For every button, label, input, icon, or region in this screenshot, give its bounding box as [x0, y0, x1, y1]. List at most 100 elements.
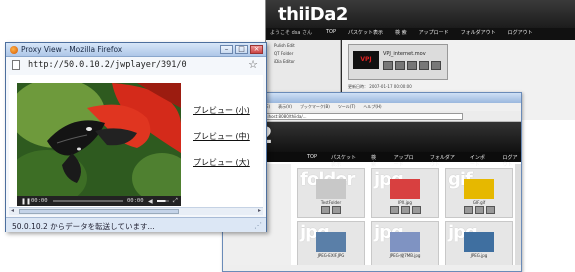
preview-icon[interactable]: [431, 61, 441, 70]
download-icon[interactable]: [411, 206, 421, 214]
mid-vertical-scrollbar[interactable]: [515, 164, 521, 265]
menu-view[interactable]: 表示(V): [278, 104, 292, 110]
download-icon[interactable]: [485, 206, 495, 214]
image-thumbnail: [390, 179, 420, 199]
menu-help[interactable]: ヘルプ(H): [363, 104, 381, 110]
tile-caption: IPX.jpg: [398, 200, 412, 205]
mid-nav-search[interactable]: 検 索: [371, 154, 380, 168]
tile-actions: [446, 206, 512, 214]
back-nav-basket[interactable]: パスケット表示: [348, 29, 383, 36]
mid-titlebar: thiiDa Firefox: [223, 93, 521, 103]
mid-nav-top[interactable]: TOP: [307, 154, 317, 168]
asset-tile[interactable]: jpg IPX.jpg: [371, 168, 439, 218]
duration-time: 00:00: [127, 198, 144, 204]
mid-asset-grid: folder TestFolder jpg IPX.jpg gif GIF.gi…: [297, 168, 513, 271]
asset-tile[interactable]: jpg JPEG-EXIF.JPG: [297, 221, 365, 271]
open-icon[interactable]: [332, 206, 341, 214]
back-nav-search[interactable]: 検 索: [395, 29, 407, 36]
thiida-firefox-window: thiiDa Firefox ファイル(F) 編集(E) 表示(V) ブックマー…: [222, 92, 522, 272]
delete-icon[interactable]: [419, 61, 429, 70]
back-greeting: ようこそ dsa さん: [270, 30, 313, 36]
maximize-button[interactable]: □: [235, 45, 248, 54]
asset-tile[interactable]: gif GIF.gif: [445, 168, 513, 218]
tile-actions: [298, 206, 364, 214]
firefox-icon: [10, 46, 18, 54]
tile-caption: GIF.gif: [472, 200, 486, 205]
scroll-thumb[interactable]: [19, 209, 179, 214]
info-icon[interactable]: [389, 206, 399, 214]
basket-icon[interactable]: [395, 61, 405, 70]
mid-url-bar: http://localhost:8080/thiida/...: [223, 111, 521, 122]
image-thumbnail: [316, 232, 346, 252]
back-tree-item[interactable]: QT Folder: [274, 51, 340, 56]
window-title: Proxy View - Mozilla Firefox: [21, 45, 123, 54]
proxy-view-window: Proxy View - Mozilla Firefox – □ × http:…: [5, 42, 267, 232]
pause-icon[interactable]: ❚❚: [21, 198, 31, 205]
fullscreen-icon[interactable]: ⤢: [173, 197, 178, 205]
url-bar: http://50.0.10.2/jwplayer/391/0 ☆: [6, 57, 266, 73]
info-icon[interactable]: [383, 61, 393, 70]
preview-small-link[interactable]: プレビュー (小): [193, 105, 250, 116]
asset-tile[interactable]: folder TestFolder: [297, 168, 365, 218]
volume-slider[interactable]: [157, 200, 169, 202]
folder-icon: [316, 179, 346, 199]
download-icon[interactable]: [407, 61, 417, 70]
video-player[interactable]: [17, 83, 181, 196]
speaker-icon[interactable]: ◀: [148, 198, 153, 205]
status-text: 50.0.10.2 からデータを転送しています...: [12, 222, 155, 231]
tile-caption: TestFolder: [320, 200, 342, 205]
resize-grip-icon[interactable]: ⋰: [254, 221, 262, 230]
asset-tile[interactable]: jpg JPEG.jpg: [445, 221, 513, 271]
scroll-right-icon[interactable]: ▸: [258, 207, 261, 214]
window-controls: – □ ×: [220, 45, 263, 54]
basket-icon[interactable]: [474, 206, 484, 214]
mid-menubar: ファイル(F) 編集(E) 表示(V) ブックマーク(B) ツール(T) ヘルプ…: [223, 103, 521, 111]
menu-tools[interactable]: ツール(T): [338, 104, 356, 110]
back-nav-top[interactable]: TOP: [326, 29, 336, 36]
tile-caption: JPEG.jpg: [470, 253, 488, 258]
back-file-name: VPJ_internet.mov: [383, 51, 426, 57]
menu-bookmarks[interactable]: ブックマーク(B): [300, 104, 330, 110]
back-file-card[interactable]: VPJ VPJ_internet.mov: [348, 44, 448, 80]
back-nav-upload[interactable]: アップロード: [419, 29, 449, 36]
minimize-button[interactable]: –: [220, 45, 233, 54]
image-thumbnail: [464, 179, 494, 199]
status-bar: 50.0.10.2 からデータを転送しています... ⋰: [6, 217, 266, 232]
scroll-left-icon[interactable]: ◂: [11, 207, 14, 214]
close-button[interactable]: ×: [250, 45, 263, 54]
asset-tile[interactable]: jpg JPEG-縦7MB.jpg: [371, 221, 439, 271]
page-content: ❚❚ 00:00 00:00 ◀ ⤢ プレビュー (小) プレビュー (中) プ…: [9, 75, 263, 207]
player-controls: ❚❚ 00:00 00:00 ◀ ⤢: [17, 196, 181, 206]
preview-large-link[interactable]: プレビュー (大): [193, 157, 250, 168]
preview-medium-link[interactable]: プレビュー (中): [193, 131, 250, 142]
back-tree-item[interactable]: iDia Editor: [274, 59, 340, 64]
mid-nav-upload[interactable]: アップロード: [394, 154, 416, 168]
basket-icon[interactable]: [400, 206, 410, 214]
mid-nav-bar: TOP パスケット表示 検 索 アップロード フォルダアウト インポート ログア…: [223, 152, 521, 168]
url-field[interactable]: http://50.0.10.2/jwplayer/391/0: [28, 60, 187, 70]
bookmark-star-icon[interactable]: ☆: [248, 58, 258, 71]
mid-nav-import[interactable]: インポート: [470, 154, 489, 168]
video-frame: [17, 83, 181, 196]
back-logo: thiiDa2: [278, 4, 348, 25]
image-thumbnail: [390, 232, 420, 252]
mid-url-field[interactable]: http://localhost:8080/thiida/...: [243, 113, 463, 120]
back-nav-logout[interactable]: ログアウト: [508, 29, 533, 36]
mid-nav-basket[interactable]: パスケット表示: [331, 154, 357, 168]
back-nav-folder-out[interactable]: フォルダアウト: [461, 29, 496, 36]
info-icon[interactable]: [321, 206, 330, 214]
seek-bar[interactable]: [53, 200, 123, 202]
horizontal-scrollbar[interactable]: ◂ ▸: [9, 207, 263, 215]
preview-links: プレビュー (小) プレビュー (中) プレビュー (大): [193, 105, 250, 183]
screenshot-composite: thiiDa2 ようこそ dsa さん TOP パスケット表示 検 索 アップロ…: [0, 0, 575, 272]
tile-caption: JPEG-EXIF.JPG: [317, 253, 345, 258]
back-tree-item[interactable]: Pulish Edit: [274, 43, 340, 48]
back-file-thumbnail: VPJ: [353, 51, 379, 69]
info-icon[interactable]: [463, 206, 473, 214]
page-icon: [12, 60, 20, 70]
mid-statusbar: [223, 265, 521, 271]
mid-nav-folder-out[interactable]: フォルダアウト: [430, 154, 456, 168]
window-titlebar[interactable]: Proxy View - Mozilla Firefox – □ ×: [6, 43, 266, 57]
tile-actions: [372, 206, 438, 214]
image-thumbnail: [464, 232, 494, 252]
